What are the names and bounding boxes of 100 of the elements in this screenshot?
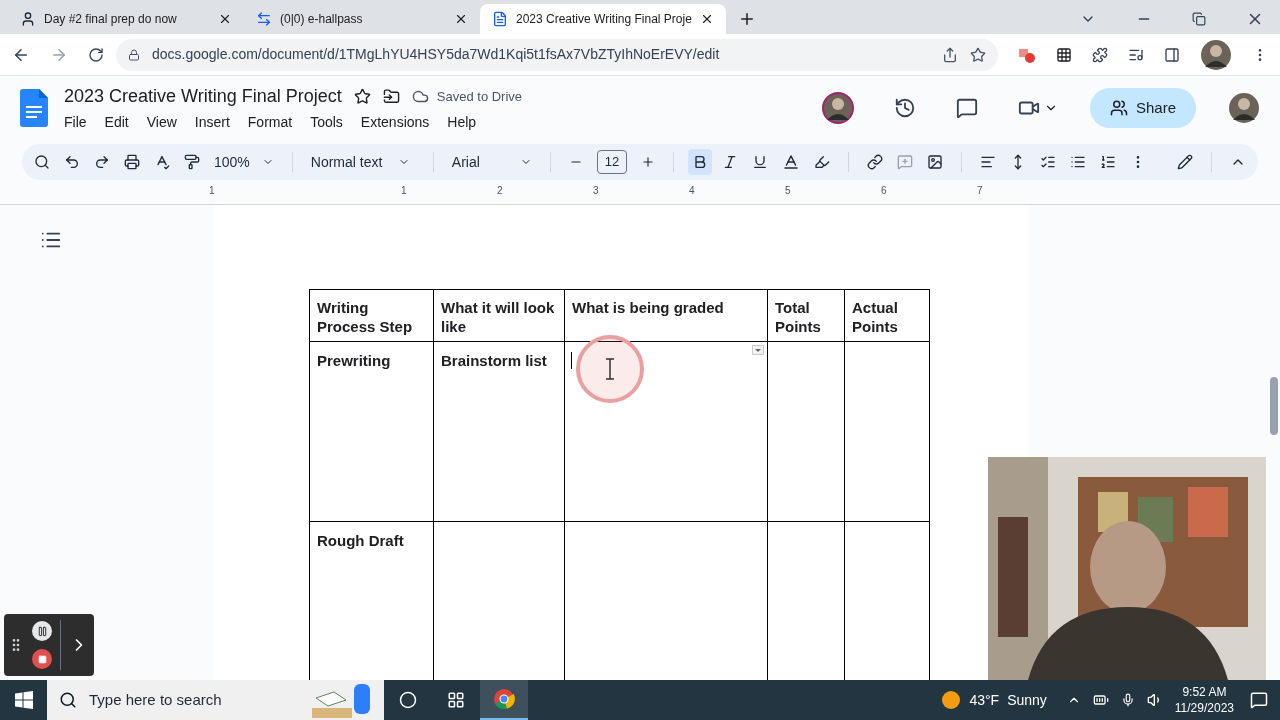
stop-icon[interactable] (37, 654, 47, 664)
restore-icon[interactable] (1192, 12, 1206, 26)
paint-format-icon[interactable] (184, 154, 200, 170)
menu-item[interactable]: Help (447, 112, 477, 133)
url-text: docs.google.com/document/d/1TMgLhYU4HSY5da7Wd1Kqi5t1fsAx7VbZTyIhNoErEVY/edit (152, 45, 721, 64)
scrollbar-thumb[interactable] (1270, 377, 1278, 435)
image-icon[interactable] (927, 154, 944, 170)
checklist-icon[interactable] (1040, 154, 1057, 170)
tab-title: Day #2 final prep do now (44, 11, 178, 28)
weather-text: Sunny (1007, 690, 1047, 710)
ruler-number: 6 (881, 184, 887, 198)
weather-sun-icon (941, 690, 962, 710)
share-button[interactable]: Share (1090, 88, 1196, 128)
close-icon[interactable] (454, 12, 468, 26)
link-icon[interactable] (867, 154, 884, 170)
move-folder-icon[interactable] (382, 88, 400, 105)
font-size-field[interactable]: 12 (596, 150, 628, 174)
zoom-dropdown[interactable]: 100% (214, 151, 274, 173)
menu-item[interactable]: Insert (194, 112, 230, 133)
people-icon[interactable] (1110, 99, 1128, 117)
underline-icon[interactable] (752, 154, 769, 170)
redo-icon[interactable] (94, 154, 110, 170)
account-avatar[interactable] (1228, 92, 1260, 124)
share-icon[interactable] (942, 46, 958, 63)
search-icon[interactable] (59, 691, 77, 709)
text-cursor (571, 352, 572, 369)
tab-title: 2023 Creative Writing Final Proje (516, 11, 692, 28)
save-status: Saved to Drive (436, 87, 523, 106)
menu-item[interactable]: Format (247, 112, 293, 133)
temperature-text: 43°F (969, 690, 1000, 710)
clock-date: 11/29/2023 (1174, 700, 1234, 716)
document-icon[interactable] (492, 11, 508, 27)
menu-item[interactable]: Edit (104, 112, 129, 133)
bulleted-list-icon[interactable] (1070, 154, 1087, 170)
ruler-number: 1 (209, 184, 215, 198)
ruler-number: 5 (785, 184, 791, 198)
books-backpack-drawing (312, 682, 372, 718)
profile-avatar[interactable] (1200, 38, 1232, 71)
clock-time: 9:52 AM (1182, 684, 1227, 700)
address-field[interactable]: docs.google.com/document/d/1TMgLhYU4HSY5da7Wd1Kqi5t1fsAx7VbZTyIhNoErEVY/edit (116, 38, 998, 71)
reload-icon[interactable] (88, 46, 104, 63)
menu-item[interactable]: Extensions (360, 112, 430, 133)
lock-icon (128, 48, 140, 61)
menu-item[interactable]: File (64, 112, 87, 133)
style-dropdown[interactable]: Normal text (310, 151, 415, 173)
increase-size-icon[interactable] (641, 155, 656, 169)
table-header-cell: What is being graded (564, 289, 768, 342)
document-title[interactable]: 2023 Creative Writing Final Project (64, 83, 342, 110)
table-cell: Brainstorm list (433, 341, 565, 522)
comment-icon[interactable] (956, 97, 978, 119)
microphone-icon[interactable] (1120, 693, 1135, 707)
browser-tab[interactable]: Day #2 final prep do now (8, 4, 244, 34)
search-placeholder: Type here to search (89, 689, 223, 710)
table-header-cell: Actual Points (844, 289, 930, 342)
browser-tab[interactable]: 2023 Creative Writing Final Proje (480, 4, 726, 34)
dropdown-chip-icon[interactable] (752, 345, 764, 355)
grid-icon[interactable] (1056, 46, 1072, 63)
docs-logo-icon[interactable] (20, 89, 48, 127)
ruler-number: 7 (977, 184, 983, 198)
spellcheck-icon[interactable] (154, 154, 170, 170)
table-cell: Prewriting (309, 341, 434, 522)
undo-icon[interactable] (64, 154, 80, 170)
search-icon[interactable] (34, 154, 50, 170)
notification-icon[interactable] (1250, 691, 1268, 709)
ruler-number: 4 (689, 184, 695, 198)
task-view-icon[interactable] (447, 691, 465, 709)
table-header-cell: Total Points (767, 289, 845, 342)
editing-mode-icon[interactable] (1177, 154, 1193, 170)
history-icon[interactable] (894, 97, 916, 119)
text-color-icon[interactable] (782, 153, 801, 171)
person-icon[interactable] (20, 11, 36, 27)
cloud-icon (411, 88, 429, 105)
table-header-cell: Writing Process Step (309, 289, 434, 342)
close-icon[interactable] (218, 12, 232, 26)
menu-item[interactable]: View (146, 112, 177, 133)
puzzle-icon[interactable] (1092, 46, 1108, 63)
stop-button[interactable] (32, 649, 52, 669)
table-header-cell: What it will look like (433, 289, 565, 342)
ruler-number: 2 (497, 184, 503, 198)
print-icon[interactable] (124, 154, 140, 170)
chrome-icon[interactable] (493, 688, 515, 710)
circle-icon[interactable] (399, 691, 417, 709)
collaborator-avatar[interactable] (822, 92, 854, 124)
battery-icon[interactable] (1092, 692, 1109, 708)
windows-start-icon[interactable] (15, 691, 33, 709)
side-panel-icon[interactable] (1164, 46, 1180, 63)
arrows-icon[interactable] (256, 11, 272, 27)
ruler-number: 1 (401, 184, 407, 198)
bookmark-star-icon[interactable] (970, 46, 986, 63)
bold-button[interactable] (688, 149, 713, 175)
taskbar-search-field[interactable]: Type here to search (47, 680, 384, 720)
tab-title: (0|0) e-hallpass (280, 11, 364, 28)
browser-tab[interactable]: (0|0) e-hallpass (244, 4, 480, 34)
click-highlight-icon (575, 334, 645, 404)
menu-item[interactable]: Tools (310, 112, 343, 133)
align-icon[interactable] (980, 154, 997, 170)
star-icon[interactable] (353, 88, 371, 105)
highlight-icon[interactable] (814, 154, 831, 170)
font-dropdown[interactable]: Arial (451, 151, 532, 173)
numbered-list-icon[interactable] (1100, 154, 1117, 170)
